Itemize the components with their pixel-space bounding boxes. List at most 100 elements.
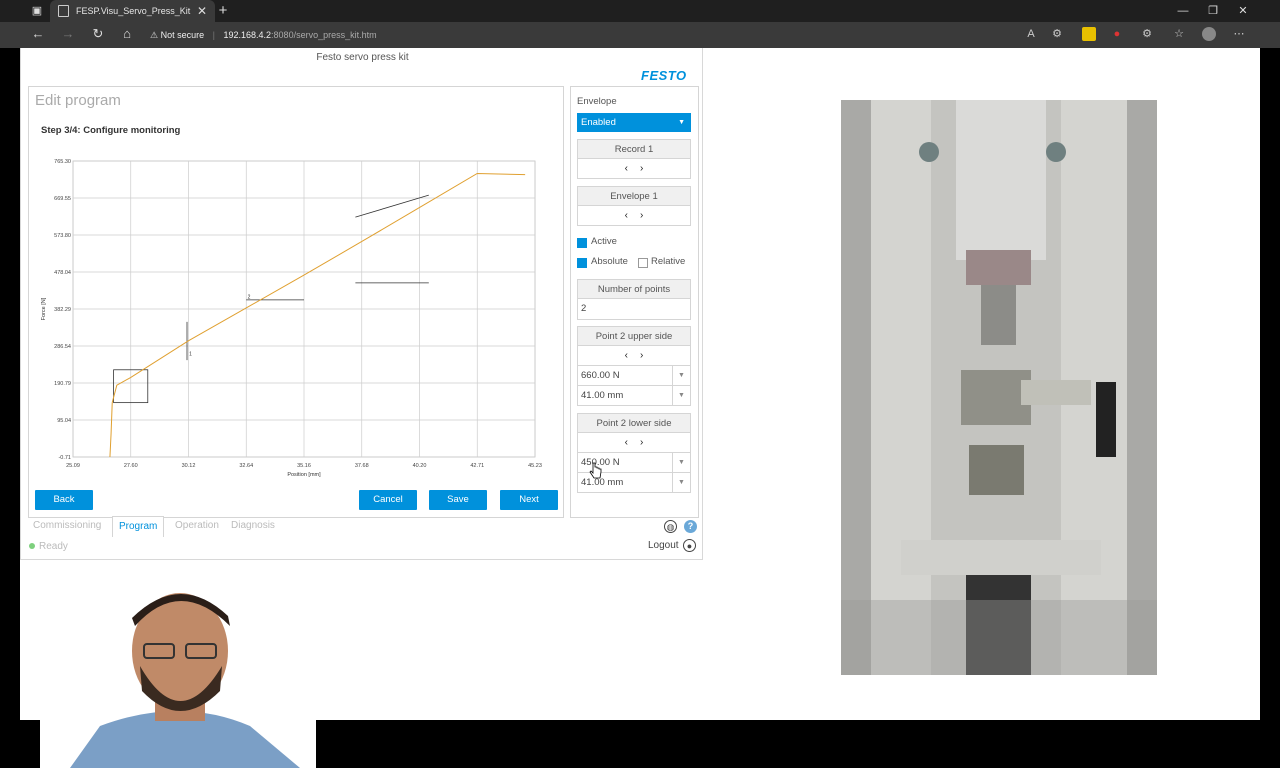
profile-icon[interactable] <box>1202 27 1216 41</box>
lower-arrows: ‹› <box>578 433 690 452</box>
x-tick-label: 35.16 <box>297 463 311 469</box>
dropdown-arrow-icon: ▼ <box>678 119 685 126</box>
next-icon[interactable]: › <box>640 350 655 361</box>
minimize-icon[interactable]: — <box>1168 0 1198 22</box>
favorites-icon[interactable]: ☆ <box>1172 27 1186 41</box>
num-points-label: Number of points <box>578 280 690 299</box>
tab-program[interactable]: Program <box>112 516 165 537</box>
upper-position-input[interactable]: 41.00 mm ▼ <box>578 385 690 405</box>
tab-commissioning[interactable]: Commissioning <box>33 516 101 536</box>
next-button[interactable]: Next <box>500 490 558 510</box>
security-label: Not secure <box>160 30 205 40</box>
extension-icon[interactable] <box>1082 27 1096 41</box>
url-path: :8080/servo_press_kit.htm <box>271 30 377 40</box>
y-tick-label: 190.79 <box>54 381 71 387</box>
next-icon[interactable]: › <box>640 437 655 448</box>
annotation-label: 1 <box>189 351 192 357</box>
url-separator: | <box>212 30 215 40</box>
prev-icon[interactable]: ‹ <box>625 437 640 448</box>
adblock-icon[interactable]: ● <box>1110 27 1124 41</box>
page-title: Edit program <box>35 92 121 109</box>
address-bar: ← → ↻ ⌂ ⚠ Not secure | 192.168.4.2:8080/… <box>0 22 1280 48</box>
mouse-cursor-icon <box>589 462 602 479</box>
globe-icon[interactable]: ◍ <box>664 520 677 533</box>
dropdown-arrow-icon[interactable]: ▼ <box>672 386 690 405</box>
active-checkbox[interactable] <box>577 238 587 248</box>
x-tick-label: 25.09 <box>66 463 80 469</box>
browser-tab[interactable]: FESP.Visu_Servo_Press_Kit ✕ <box>50 0 215 22</box>
upper-label: Point 2 upper side <box>578 327 690 346</box>
force-position-chart[interactable]: 25.09 27.60 30.12 32.64 35.16 37.68 40.20 42.71… <box>37 153 557 483</box>
logout-label: Logout <box>648 540 679 551</box>
dropdown-arrow-icon[interactable]: ▼ <box>672 473 690 492</box>
y-tick-label: 669.55 <box>54 196 71 202</box>
back-icon[interactable]: ← <box>28 22 48 46</box>
upper-side-box: Point 2 upper side ‹› 660.00 N ▼ 41.00 mm… <box>577 326 691 406</box>
cancel-button[interactable]: Cancel <box>359 490 417 510</box>
user-icon[interactable]: ● <box>683 539 696 552</box>
monitoring-side-panel: Envelope Enabled ▼ Record 1 ‹› Envelope … <box>570 86 699 518</box>
extensions-icon[interactable]: ⚙ <box>1140 27 1154 41</box>
next-icon[interactable]: › <box>640 163 655 174</box>
save-button[interactable]: Save <box>429 490 487 510</box>
y-tick-label: 95.04 <box>57 418 71 424</box>
forward-icon[interactable]: → <box>58 22 78 46</box>
x-tick-label: 30.12 <box>182 463 196 469</box>
status-indicator: Ready <box>29 541 68 552</box>
read-aloud-icon[interactable]: A <box>1024 27 1038 41</box>
tab-operation[interactable]: Operation <box>175 516 219 536</box>
upper-force-value: 660.00 N <box>581 370 620 381</box>
y-tick-label: 478.04 <box>54 270 71 276</box>
new-tab-icon[interactable]: + <box>208 0 238 22</box>
dropdown-arrow-icon[interactable]: ▼ <box>672 366 690 385</box>
logout-button[interactable]: Logout <box>648 540 679 551</box>
x-axis-label: Position [mm] <box>287 472 321 478</box>
press-camera-view <box>841 100 1157 675</box>
more-icon[interactable]: ⋯ <box>1232 27 1246 41</box>
presenter-image <box>40 586 316 768</box>
site-permissions-icon[interactable]: ⚙ <box>1050 27 1064 41</box>
y-axis-label: Force [N] <box>41 297 47 320</box>
x-tick-label: 27.60 <box>124 463 138 469</box>
envelope-select[interactable]: Enabled ▼ <box>577 113 691 132</box>
record-label: Record 1 <box>578 140 690 159</box>
close-window-icon[interactable]: ✕ <box>1228 0 1258 22</box>
url-host: 192.168.4.2 <box>223 30 272 40</box>
help-icon[interactable]: ? <box>684 520 697 533</box>
main-tabs: Commissioning Program Operation Diagnosi… <box>21 516 704 537</box>
x-tick-label: 42.71 <box>470 463 484 469</box>
next-icon[interactable]: › <box>640 210 655 221</box>
relative-label: Relative <box>651 256 686 267</box>
app-title: Festo servo press kit <box>316 52 409 63</box>
prev-icon[interactable]: ‹ <box>625 163 640 174</box>
tab-diagnosis[interactable]: Diagnosis <box>231 516 275 536</box>
relative-checkbox[interactable] <box>638 258 648 268</box>
back-button[interactable]: Back <box>35 490 93 510</box>
page-icon <box>58 5 69 17</box>
sidebar-toggle-icon[interactable]: ▣ <box>22 0 52 22</box>
press-camera-image <box>841 100 1157 675</box>
home-icon[interactable]: ⌂ <box>117 22 137 46</box>
envelope-arrows: ‹› <box>578 206 690 225</box>
active-label: Active <box>591 236 617 247</box>
upper-force-input[interactable]: 660.00 N ▼ <box>578 365 690 385</box>
close-tab-icon[interactable]: ✕ <box>197 0 207 22</box>
annotation-label: 2 <box>248 294 251 300</box>
prev-icon[interactable]: ‹ <box>625 350 640 361</box>
refresh-icon[interactable]: ↻ <box>88 22 108 46</box>
prev-icon[interactable]: ‹ <box>625 210 640 221</box>
presenter-webcam <box>40 586 316 768</box>
restore-icon[interactable]: ❐ <box>1198 0 1228 22</box>
x-tick-label: 45.23 <box>528 463 542 469</box>
dropdown-arrow-icon[interactable]: ▼ <box>672 453 690 472</box>
step-title: Step 3/4: Configure monitoring <box>41 125 181 136</box>
num-points-input[interactable]: 2 <box>578 299 690 319</box>
x-tick-label: 40.20 <box>413 463 427 469</box>
absolute-label: Absolute <box>591 256 628 267</box>
lower-side-box: Point 2 lower side ‹› 450.00 N ▼ 41.00 mm… <box>577 413 691 493</box>
tab-title: FESP.Visu_Servo_Press_Kit <box>76 6 191 16</box>
page: Festo servo press kit FESTO Edit program… <box>20 48 1260 768</box>
absolute-checkbox[interactable] <box>577 258 587 268</box>
url-field[interactable]: ⚠ Not secure | 192.168.4.2:8080/servo_pr… <box>150 25 1020 45</box>
warning-icon: ⚠ <box>150 30 159 40</box>
